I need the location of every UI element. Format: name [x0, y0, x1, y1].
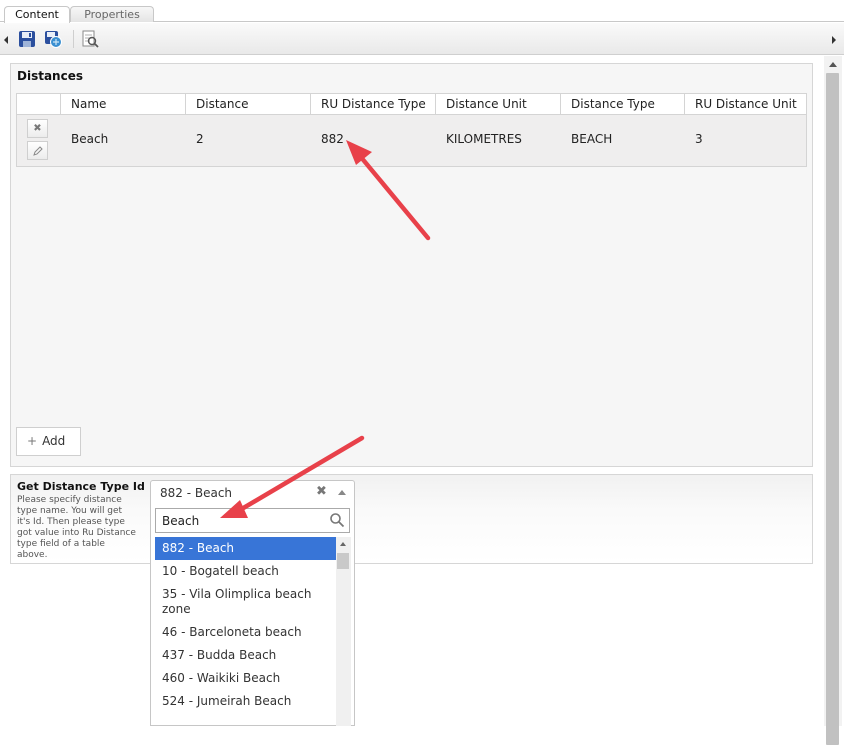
preview-icon[interactable]	[81, 30, 99, 48]
table-header: Name Distance RU Distance Type Distance …	[17, 94, 806, 115]
dropdown-scrollbar-thumb[interactable]	[337, 553, 349, 569]
cell-ru-distance-type[interactable]: 882	[311, 115, 436, 166]
save-icon[interactable]	[18, 30, 36, 48]
add-label: Add	[42, 434, 66, 448]
dropdown-scrollbar[interactable]	[336, 537, 351, 726]
cell-distance-type[interactable]: BEACH	[561, 115, 685, 166]
table-row: ✖ Beach 2 882 KILOMETRES BEACH 3	[17, 115, 806, 166]
scroll-up-icon[interactable]	[340, 542, 346, 546]
dropdown-search-input[interactable]	[162, 513, 322, 529]
option-item[interactable]: 46 - Barceloneta beach	[155, 621, 336, 644]
scrollbar-thumb[interactable]	[826, 73, 839, 745]
option-item[interactable]: 35 - Vila Olimplica beach zone	[155, 583, 336, 621]
lookup-description: Please specify distance type name. You w…	[17, 495, 136, 560]
option-item[interactable]: 882 - Beach	[155, 537, 336, 560]
scroll-left-icon[interactable]	[4, 36, 8, 44]
distance-type-lookup-panel: Get Distance Type Id Please specify dist…	[10, 474, 813, 564]
cell-name[interactable]: Beach	[61, 115, 186, 166]
delete-row-button[interactable]: ✖	[27, 119, 48, 138]
tab-properties[interactable]: Properties	[70, 6, 154, 22]
selected-value: 882 - Beach	[160, 486, 233, 500]
close-icon: ✖	[33, 123, 42, 134]
pencil-icon	[32, 146, 43, 156]
dropdown-search[interactable]	[155, 508, 350, 533]
search-icon	[330, 513, 345, 528]
column-header-ru-distance-type[interactable]: RU Distance Type	[311, 94, 436, 115]
edit-row-button[interactable]	[27, 141, 48, 160]
tab-content[interactable]: Content	[4, 6, 70, 23]
column-header-distance-type[interactable]: Distance Type	[561, 94, 685, 115]
option-item[interactable]: 524 - Jumeirah Beach	[155, 690, 336, 713]
scroll-right-icon[interactable]	[832, 36, 836, 44]
cell-distance[interactable]: 2	[186, 115, 311, 166]
distance-type-select[interactable]: 882 - Beach ✖	[150, 480, 355, 506]
toolbar	[0, 23, 844, 55]
lookup-title: Get Distance Type Id	[17, 480, 145, 493]
toolbar-separator	[73, 30, 74, 48]
header-actions	[17, 94, 61, 115]
column-header-ru-distance-unit[interactable]: RU Distance Unit	[685, 94, 806, 115]
cell-ru-distance-unit[interactable]: 3	[685, 115, 806, 166]
column-header-distance[interactable]: Distance	[186, 94, 311, 115]
page-scrollbar[interactable]	[824, 56, 842, 745]
distance-type-dropdown: 882 - Beach 10 - Bogatell beach 35 - Vil…	[150, 505, 355, 726]
distances-table: Name Distance RU Distance Type Distance …	[16, 93, 807, 167]
tab-bar: Content Properties	[0, 0, 844, 23]
distances-title: Distances	[17, 69, 83, 83]
cell-distance-unit[interactable]: KILOMETRES	[436, 115, 561, 166]
distances-panel: Distances Name Distance RU Distance Type…	[10, 63, 813, 467]
scroll-up-icon[interactable]	[829, 62, 837, 67]
dropdown-options: 882 - Beach 10 - Bogatell beach 35 - Vil…	[155, 537, 336, 726]
plus-icon: +	[27, 434, 38, 448]
option-item[interactable]: 460 - Waikiki Beach	[155, 667, 336, 690]
row-actions: ✖	[17, 115, 61, 166]
save-and-publish-icon[interactable]	[44, 30, 62, 48]
add-distance-button[interactable]: + Add	[16, 427, 81, 456]
column-header-name[interactable]: Name	[61, 94, 186, 115]
caret-up-icon[interactable]	[338, 490, 346, 495]
clear-icon[interactable]: ✖	[316, 484, 327, 499]
column-header-distance-unit[interactable]: Distance Unit	[436, 94, 561, 115]
option-item[interactable]: 10 - Bogatell beach	[155, 560, 336, 583]
option-item[interactable]: 437 - Budda Beach	[155, 644, 336, 667]
